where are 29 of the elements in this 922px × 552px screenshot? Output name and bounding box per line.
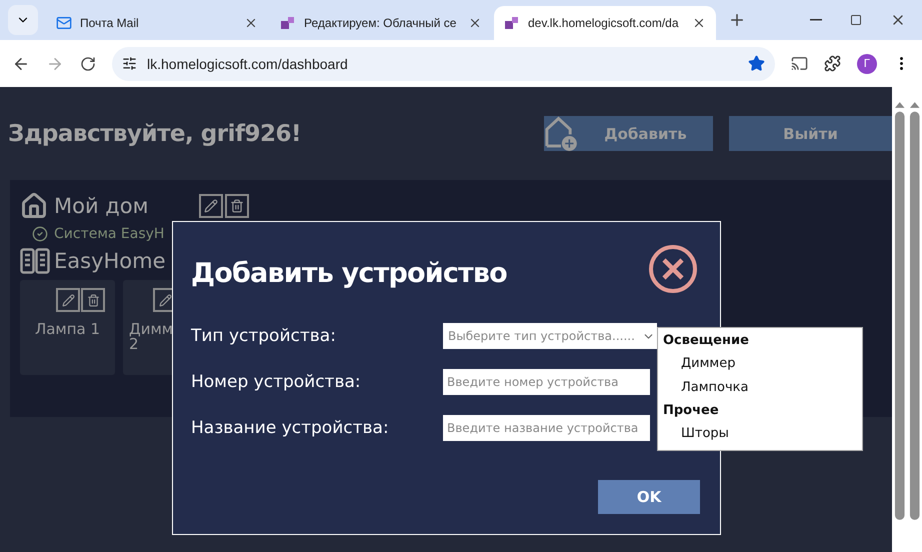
tab-title: Редактируем: Облачный се [304, 16, 458, 30]
browser-tab[interactable]: Редактируем: Облачный се [270, 6, 492, 40]
field-label: Название устройства: [191, 418, 390, 438]
ok-button[interactable]: OK [598, 480, 700, 514]
greeting-title: Здравствуйте, grif926! [8, 120, 302, 146]
home-title: Мой дом [54, 194, 148, 218]
dropdown-option[interactable]: Лампочка [663, 376, 862, 400]
address-bar[interactable]: lk.homelogicsoft.com/dashboard [112, 46, 775, 80]
device-type-select[interactable]: Выберите тип устройства...... [443, 323, 657, 349]
dropdown-option[interactable]: Диммер [663, 352, 862, 376]
input-field[interactable]: Введите название устройства [443, 415, 650, 441]
device-card[interactable]: Лампа 1 [20, 280, 115, 375]
input-field[interactable]: Введите номер устройства [443, 369, 650, 395]
browser-tab[interactable]: Почта Mail [46, 6, 268, 40]
status-text: Система EasyH [54, 226, 164, 242]
tab-title: Почта Mail [80, 16, 140, 30]
button-label: Выйти [782, 124, 839, 142]
option-group-label: Прочее [663, 402, 720, 420]
field-label: Номер устройства: [191, 372, 362, 392]
browser-tab[interactable]: dev.lk.homelogicsoft.com/da [494, 6, 716, 40]
button-label: Добавить [603, 124, 688, 142]
option-group-label: Освещение [663, 332, 750, 350]
dropdown-option[interactable]: Шторы [663, 422, 862, 446]
tab-title: dev.lk.homelogicsoft.com/da [528, 16, 680, 30]
profile-avatar[interactable]: Г [857, 54, 877, 74]
hub-title: EasyHome [54, 249, 166, 273]
device-name: Димм 2 [129, 322, 174, 352]
device-name: Лампа 1 [34, 322, 100, 337]
url-text: lk.homelogicsoft.com/dashboard [147, 56, 349, 72]
